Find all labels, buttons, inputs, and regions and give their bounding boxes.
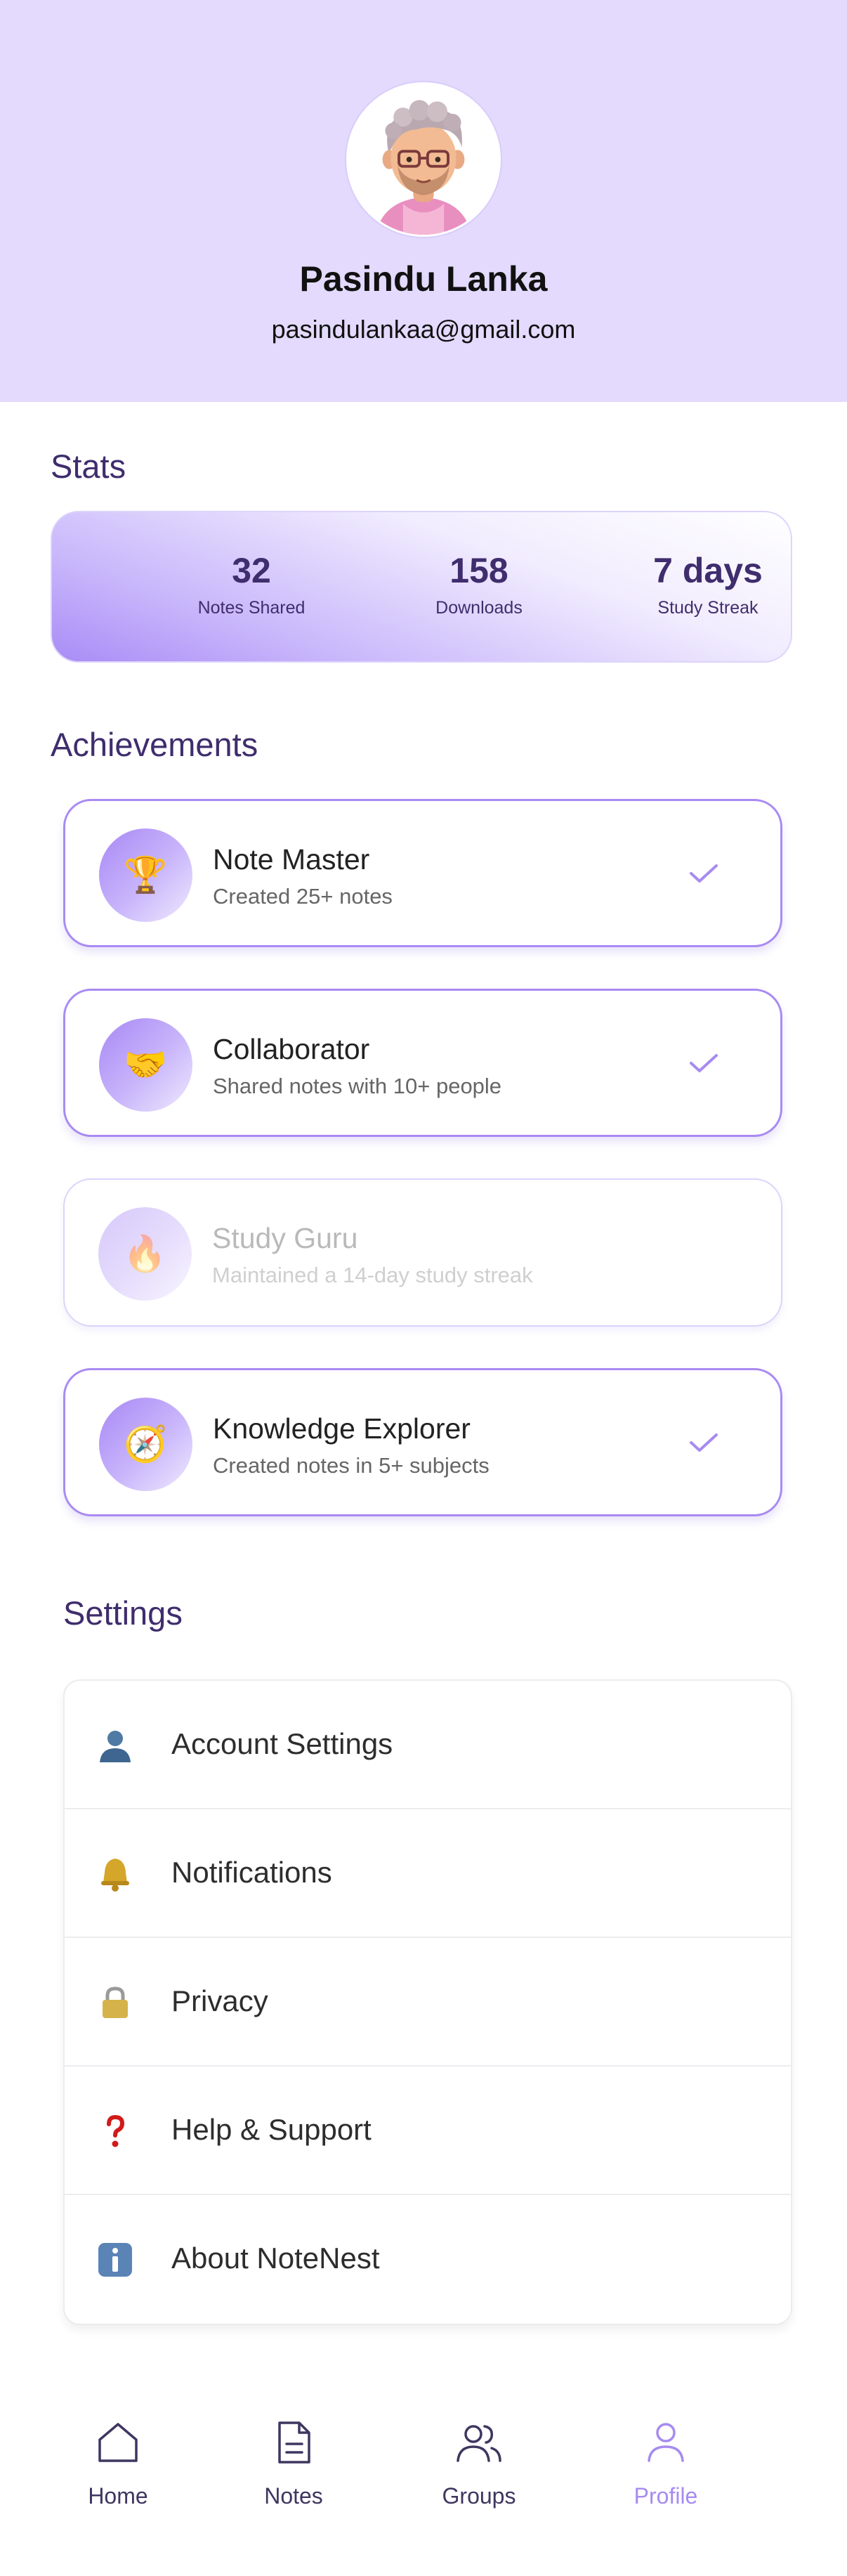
notes-icon bbox=[278, 2421, 310, 2464]
tab-label: Home bbox=[88, 2483, 148, 2509]
achievement-note-master[interactable]: 🏆 Note Master Created 25+ notes bbox=[63, 799, 782, 947]
setting-label: Privacy bbox=[171, 1984, 268, 2017]
tab-label: Notes bbox=[264, 2483, 323, 2509]
trophy-icon: 🏆 bbox=[99, 828, 192, 922]
settings-list: Account Settings Notifications Privacy H… bbox=[63, 1679, 792, 2325]
achievement-description: Created notes in 5+ subjects bbox=[213, 1453, 490, 1478]
avatar[interactable] bbox=[346, 82, 501, 237]
setting-label: Account Settings bbox=[171, 1727, 393, 1760]
stat-value: 32 bbox=[232, 551, 271, 590]
tab-home[interactable]: Home bbox=[34, 2417, 202, 2537]
settings-title: Settings bbox=[63, 1594, 183, 1632]
stat-value: 7 days bbox=[653, 551, 763, 590]
avatar-illustration bbox=[348, 84, 499, 235]
setting-about[interactable]: About NoteNest bbox=[65, 2195, 791, 2324]
stat-label: Downloads bbox=[435, 598, 523, 618]
check-icon bbox=[690, 1433, 718, 1452]
achievements-title: Achievements bbox=[51, 726, 258, 763]
setting-label: Notifications bbox=[171, 1856, 332, 1889]
stats-title: Stats bbox=[51, 448, 126, 485]
achievement-title: Knowledge Explorer bbox=[213, 1412, 471, 1445]
tab-profile[interactable]: Profile bbox=[582, 2417, 750, 2537]
stat-study-streak: 7 days Study Streak bbox=[603, 553, 813, 618]
compass-icon: 🧭 bbox=[99, 1398, 192, 1491]
tab-label: Groups bbox=[442, 2483, 516, 2509]
info-icon bbox=[96, 2240, 135, 2279]
groups-icon bbox=[457, 2425, 501, 2462]
lock-icon bbox=[96, 1983, 135, 2022]
stat-label: Notes Shared bbox=[197, 598, 306, 618]
setting-account[interactable]: Account Settings bbox=[65, 1681, 791, 1809]
stat-value: 158 bbox=[449, 551, 508, 590]
tab-notes[interactable]: Notes bbox=[209, 2417, 378, 2537]
setting-notifications[interactable]: Notifications bbox=[65, 1809, 791, 1938]
bottom-tab-bar: Home Notes Groups Profile bbox=[0, 2382, 847, 2576]
setting-help-support[interactable]: Help & Support bbox=[65, 2067, 791, 2195]
profile-email: pasindulankaa@gmail.com bbox=[271, 315, 576, 344]
profile-icon bbox=[648, 2423, 684, 2462]
stat-downloads: 158 Downloads bbox=[374, 553, 584, 618]
profile-header: Pasindu Lanka pasindulankaa@gmail.com bbox=[0, 0, 847, 402]
question-icon bbox=[96, 2112, 135, 2151]
fire-icon: 🔥 bbox=[98, 1207, 192, 1301]
achievement-title: Study Guru bbox=[212, 1222, 358, 1254]
profile-name: Pasindu Lanka bbox=[299, 259, 548, 299]
bell-icon bbox=[96, 1854, 135, 1894]
achievement-description: Shared notes with 10+ people bbox=[213, 1074, 502, 1098]
achievement-title: Note Master bbox=[213, 843, 370, 876]
setting-label: Help & Support bbox=[171, 2113, 372, 2146]
achievement-description: Created 25+ notes bbox=[213, 884, 393, 909]
stat-notes-shared: 32 Notes Shared bbox=[146, 553, 357, 618]
check-icon bbox=[690, 864, 718, 883]
achievement-collaborator[interactable]: 🤝 Collaborator Shared notes with 10+ peo… bbox=[63, 989, 782, 1137]
setting-label: About NoteNest bbox=[171, 2242, 380, 2275]
check-icon bbox=[690, 1054, 718, 1072]
achievement-knowledge-explorer[interactable]: 🧭 Knowledge Explorer Created notes in 5+… bbox=[63, 1368, 782, 1516]
tab-groups[interactable]: Groups bbox=[395, 2417, 563, 2537]
achievement-title: Collaborator bbox=[213, 1033, 370, 1065]
home-icon bbox=[98, 2423, 138, 2462]
setting-privacy[interactable]: Privacy bbox=[65, 1938, 791, 2067]
achievement-study-guru[interactable]: 🔥 Study Guru Maintained a 14-day study s… bbox=[63, 1178, 782, 1327]
stats-card: 32 Notes Shared 158 Downloads 7 days Stu… bbox=[51, 511, 792, 663]
user-icon bbox=[96, 1726, 135, 1765]
handshake-icon: 🤝 bbox=[99, 1018, 192, 1112]
tab-label: Profile bbox=[633, 2483, 698, 2509]
stat-label: Study Streak bbox=[657, 598, 759, 618]
achievement-description: Maintained a 14-day study streak bbox=[212, 1263, 533, 1287]
